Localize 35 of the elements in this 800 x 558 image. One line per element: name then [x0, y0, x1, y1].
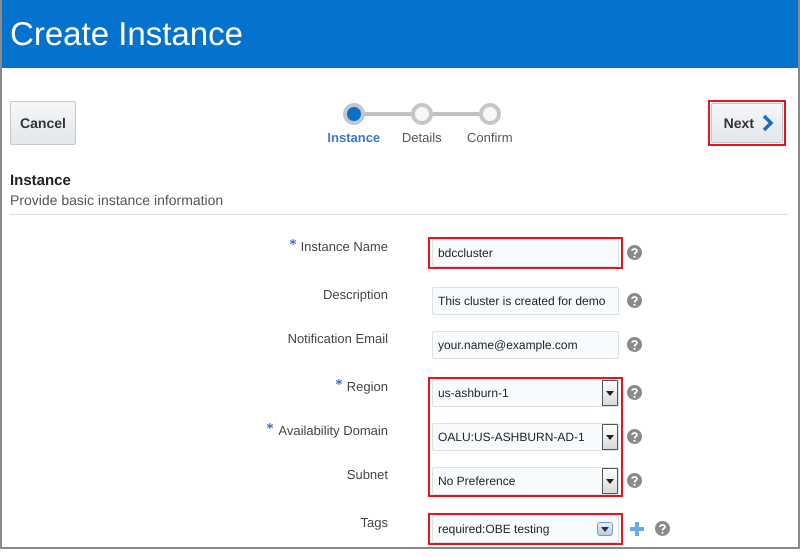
dropdown[interactable]: OALU:US-ASHBURN-AD-1	[432, 423, 619, 451]
text-field[interactable]: This cluster is created for demo	[432, 287, 619, 315]
field-label: Region	[346, 379, 388, 394]
chevron-icon	[762, 114, 774, 132]
help-icon[interactable]	[627, 337, 642, 352]
text-field[interactable]: your.name@example.com	[432, 331, 619, 359]
required-icon	[267, 423, 274, 429]
section-subtitle: Provide basic instance information	[10, 192, 788, 215]
add-icon[interactable]	[629, 521, 645, 537]
field-label: Tags	[360, 515, 388, 530]
cancel-button[interactable]: Cancel	[10, 101, 76, 145]
dropdown[interactable]: No Preference	[432, 467, 619, 495]
field-label: Availability Domain	[278, 423, 388, 438]
help-icon[interactable]	[627, 385, 642, 400]
required-icon	[336, 379, 342, 385]
dropdown[interactable]: us-ashburn-1	[432, 379, 619, 407]
field-label: Notification Email	[288, 331, 388, 346]
section-title: Instance	[10, 172, 72, 189]
required-icon	[290, 239, 296, 245]
next-button[interactable]: Next	[710, 103, 783, 143]
field-label: Instance Name	[300, 239, 388, 254]
step-indicator[interactable]	[342, 102, 365, 124]
help-icon[interactable]	[627, 429, 642, 444]
field-label: Subnet	[346, 467, 388, 482]
step-label[interactable]: Details	[402, 130, 442, 144]
help-icon[interactable]	[627, 245, 642, 260]
help-icon[interactable]	[655, 521, 670, 536]
help-icon[interactable]	[627, 293, 642, 308]
field-label: Description	[322, 287, 388, 302]
tags-field[interactable]: required:OBE testing	[432, 515, 619, 543]
step-label[interactable]: Instance	[327, 130, 380, 144]
help-icon[interactable]	[627, 473, 642, 488]
window-title: Create Instance	[10, 15, 243, 53]
text-field[interactable]: bdccluster	[432, 239, 619, 267]
step-label[interactable]: Confirm	[467, 130, 513, 144]
